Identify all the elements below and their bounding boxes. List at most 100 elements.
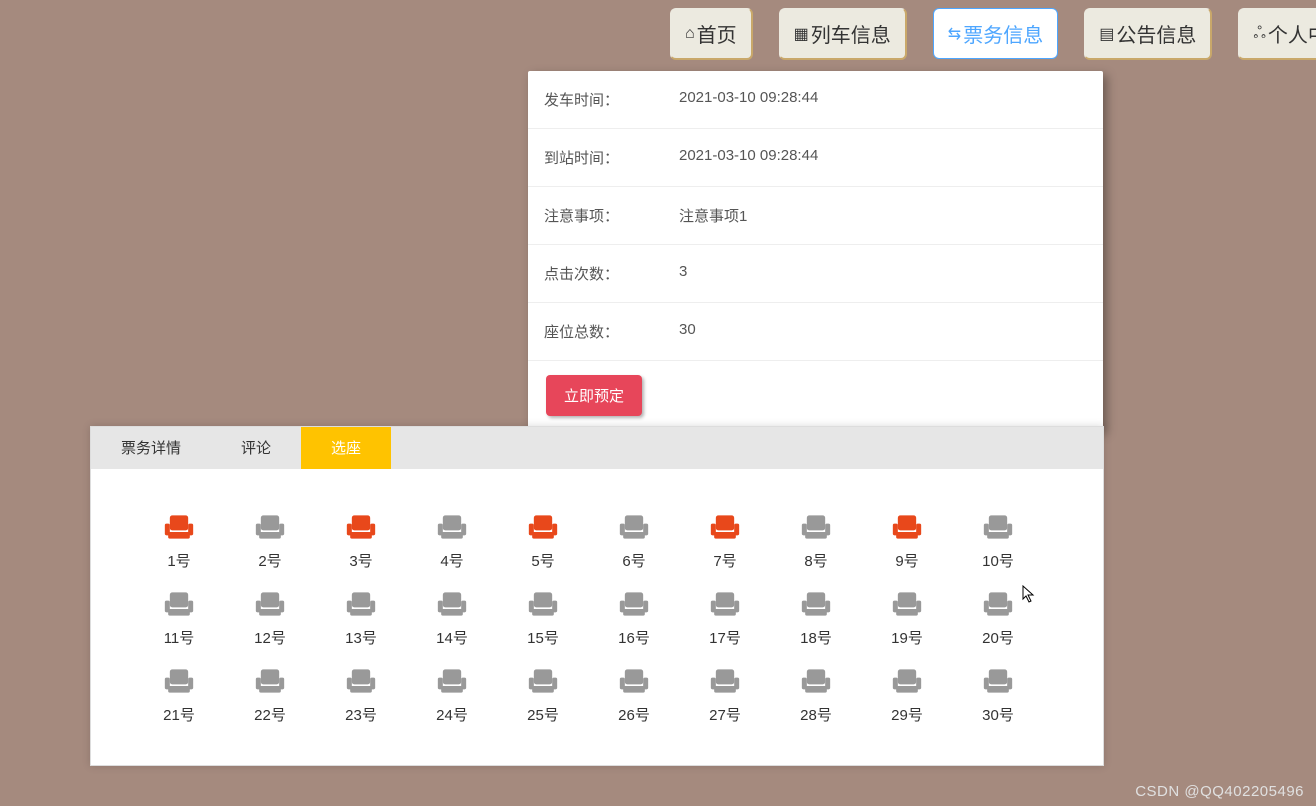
seat-label: 24号 xyxy=(429,704,475,725)
clicks-row: 点击次数： 3 xyxy=(528,245,1103,303)
seat-label: 10号 xyxy=(975,550,1021,571)
seat-icon xyxy=(344,512,378,542)
seat-label: 2号 xyxy=(247,550,293,571)
seat-label: 12号 xyxy=(247,627,293,648)
seat-icon xyxy=(890,589,924,619)
seat-icon xyxy=(890,666,924,696)
seat-item[interactable]: 8号 xyxy=(793,512,839,571)
seat-item[interactable]: 6号 xyxy=(611,512,657,571)
seat-label: 15号 xyxy=(520,627,566,648)
seat-label: 19号 xyxy=(884,627,930,648)
notes-value: 注意事项1 xyxy=(679,205,1087,226)
seat-label: 26号 xyxy=(611,704,657,725)
seat-label: 14号 xyxy=(429,627,475,648)
clicks-value: 3 xyxy=(679,263,1087,284)
seat-item[interactable]: 20号 xyxy=(975,589,1021,648)
seat-icon xyxy=(799,666,833,696)
seat-icon xyxy=(435,589,469,619)
seat-label: 5号 xyxy=(520,550,566,571)
seat-icon xyxy=(253,589,287,619)
seat-item[interactable]: 13号 xyxy=(338,589,384,648)
arrival-row: 到站时间： 2021-03-10 09:28:44 xyxy=(528,129,1103,187)
seat-label: 25号 xyxy=(520,704,566,725)
seat-icon xyxy=(708,666,742,696)
seat-item[interactable]: 30号 xyxy=(975,666,1021,725)
seat-item[interactable]: 7号 xyxy=(702,512,748,571)
seat-icon xyxy=(981,666,1015,696)
seat-item[interactable]: 27号 xyxy=(702,666,748,725)
tab-details[interactable]: 票务详情 xyxy=(91,427,211,469)
nav-label: 首页 xyxy=(697,19,737,48)
arrival-label: 到站时间： xyxy=(544,147,679,168)
seat-icon xyxy=(708,512,742,542)
nav-ticket-info[interactable]: ⇆票务信息 xyxy=(933,8,1058,59)
ticket-icon: ⇆ xyxy=(948,24,961,44)
seat-label: 11号 xyxy=(156,627,202,648)
seat-item[interactable]: 4号 xyxy=(429,512,475,571)
seat-item[interactable]: 28号 xyxy=(793,666,839,725)
nav-label: 列车信息 xyxy=(811,19,891,48)
seat-item[interactable]: 9号 xyxy=(884,512,930,571)
seat-item[interactable]: 22号 xyxy=(247,666,293,725)
seat-item[interactable]: 21号 xyxy=(156,666,202,725)
notes-row: 注意事项： 注意事项1 xyxy=(528,187,1103,245)
seat-icon xyxy=(344,589,378,619)
nav-announcements[interactable]: ▤公告信息 xyxy=(1084,8,1212,60)
seat-item[interactable]: 26号 xyxy=(611,666,657,725)
book-button-wrap: 立即预定 xyxy=(528,361,1103,430)
seats-total-value: 30 xyxy=(679,321,1087,342)
tabs-header: 票务详情 评论 选座 xyxy=(91,427,1103,469)
seat-item[interactable]: 29号 xyxy=(884,666,930,725)
departure-value: 2021-03-10 09:28:44 xyxy=(679,89,1087,110)
seat-icon xyxy=(526,589,560,619)
seat-item[interactable]: 12号 xyxy=(247,589,293,648)
seat-item[interactable]: 24号 xyxy=(429,666,475,725)
seat-label: 7号 xyxy=(702,550,748,571)
seat-item[interactable]: 23号 xyxy=(338,666,384,725)
seat-label: 8号 xyxy=(793,550,839,571)
seat-label: 27号 xyxy=(702,704,748,725)
seat-label: 30号 xyxy=(975,704,1021,725)
seat-item[interactable]: 17号 xyxy=(702,589,748,648)
seat-label: 9号 xyxy=(884,550,930,571)
user-icon: ஃ xyxy=(1253,24,1266,44)
seat-label: 16号 xyxy=(611,627,657,648)
seat-item[interactable]: 10号 xyxy=(975,512,1021,571)
seat-label: 28号 xyxy=(793,704,839,725)
watermark: CSDN @QQ402205496 xyxy=(1135,783,1304,800)
book-now-button[interactable]: 立即预定 xyxy=(546,375,642,416)
top-nav: ⌂首页 ▦列车信息 ⇆票务信息 ▤公告信息 ஃ个人中心 ⛓后 xyxy=(0,0,1316,82)
nav-train-info[interactable]: ▦列车信息 xyxy=(779,8,907,60)
seat-item[interactable]: 25号 xyxy=(520,666,566,725)
seat-label: 23号 xyxy=(338,704,384,725)
seat-icon xyxy=(253,512,287,542)
tab-seats[interactable]: 选座 xyxy=(301,427,391,469)
seat-item[interactable]: 15号 xyxy=(520,589,566,648)
seat-label: 4号 xyxy=(429,550,475,571)
ticket-tabs-panel: 票务详情 评论 选座 1号 2号 3号 4号 5号 6号 7号 8号 9号 10号 11号 12号 13… xyxy=(90,426,1104,766)
seat-item[interactable]: 2号 xyxy=(247,512,293,571)
tab-comments[interactable]: 评论 xyxy=(211,427,301,469)
seat-item[interactable]: 19号 xyxy=(884,589,930,648)
seat-item[interactable]: 16号 xyxy=(611,589,657,648)
seat-icon xyxy=(981,589,1015,619)
seat-item[interactable]: 18号 xyxy=(793,589,839,648)
seat-icon xyxy=(890,512,924,542)
seat-item[interactable]: 5号 xyxy=(520,512,566,571)
seat-icon xyxy=(435,512,469,542)
seat-item[interactable]: 1号 xyxy=(156,512,202,571)
nav-home[interactable]: ⌂首页 xyxy=(670,8,753,60)
seat-label: 18号 xyxy=(793,627,839,648)
seat-icon xyxy=(344,666,378,696)
seat-item[interactable]: 11号 xyxy=(156,589,202,648)
nav-label: 公告信息 xyxy=(1116,19,1196,48)
nav-user-center[interactable]: ஃ个人中心 xyxy=(1238,8,1316,60)
seat-item[interactable]: 3号 xyxy=(338,512,384,571)
seat-label: 1号 xyxy=(156,550,202,571)
seat-icon xyxy=(162,512,196,542)
clicks-label: 点击次数： xyxy=(544,263,679,284)
notes-label: 注意事项： xyxy=(544,205,679,226)
seat-item[interactable]: 14号 xyxy=(429,589,475,648)
seat-icon xyxy=(617,666,651,696)
seat-icon xyxy=(708,589,742,619)
